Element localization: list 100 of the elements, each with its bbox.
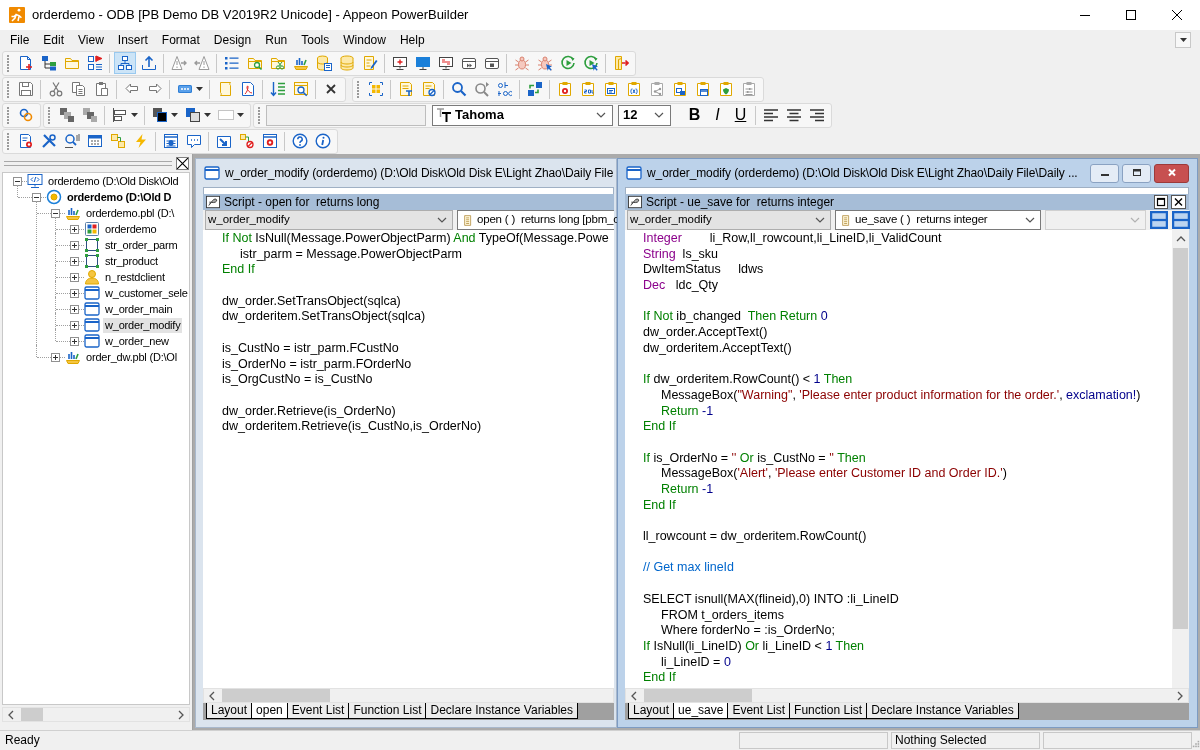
plus-box-icon[interactable] (70, 256, 79, 266)
scrollbar-thumb[interactable] (21, 708, 43, 721)
plus-box-icon[interactable] (70, 240, 79, 250)
drag-handle-icon[interactable] (356, 80, 360, 98)
tab[interactable]: Declare Instance Variables (425, 703, 578, 719)
bug-window-icon[interactable] (162, 133, 179, 149)
send-back-icon[interactable] (81, 107, 98, 123)
maximize-icon[interactable] (1154, 195, 1168, 209)
tree-item[interactable]: w_order_main (103, 301, 175, 317)
chevron-left-icon[interactable] (631, 690, 637, 701)
warning-arrow-icon[interactable] (193, 55, 210, 71)
plus-box-icon[interactable] (70, 272, 79, 282)
plus-box-icon[interactable] (51, 352, 60, 362)
link-icon[interactable] (17, 107, 34, 123)
menu-item[interactable]: Insert (110, 31, 155, 49)
sync-arrows-icon[interactable] (526, 81, 543, 97)
close-icon[interactable] (1172, 10, 1182, 20)
close-icon[interactable] (1171, 195, 1186, 209)
new-document-icon[interactable] (17, 55, 34, 71)
close-icon[interactable] (176, 156, 189, 170)
chat-bubble-icon[interactable] (185, 133, 202, 149)
caret-down-icon[interactable] (204, 113, 211, 117)
database-list-icon[interactable] (315, 55, 332, 71)
help-icon[interactable] (291, 133, 308, 149)
tree-item[interactable]: w_customer_sele (103, 285, 189, 301)
tab[interactable]: ue_save (673, 703, 729, 719)
scrollbar-thumb[interactable] (1173, 248, 1188, 629)
drag-handle-icon[interactable] (6, 54, 10, 72)
bullet-list-icon[interactable] (223, 55, 240, 71)
note-pencil-icon[interactable] (361, 55, 378, 71)
window-gear-icon[interactable] (261, 133, 278, 149)
tree-item[interactable]: orderdemo (D:\Old Disk\Old (46, 173, 181, 189)
copy-icon[interactable] (70, 81, 87, 97)
split-panes-icon[interactable] (1172, 211, 1190, 229)
document-gear-icon[interactable] (17, 133, 34, 149)
text-document-icon[interactable] (397, 81, 414, 97)
tree-item[interactable]: w_order_new (103, 333, 171, 349)
monitor-icon[interactable] (414, 55, 431, 71)
clipboard-share-icon[interactable] (648, 81, 665, 97)
object-dropdown[interactable]: w_order_modify (627, 210, 831, 230)
tree-item[interactable]: w_order_modify (103, 317, 183, 333)
exit-door-icon[interactable] (612, 55, 629, 71)
split-panes-icon[interactable] (1150, 211, 1168, 229)
drag-handle-icon[interactable] (6, 132, 10, 150)
plus-box-icon[interactable] (70, 320, 79, 330)
align-edges-icon[interactable] (111, 107, 128, 123)
color-swatch-icon[interactable] (217, 107, 234, 123)
code-editor[interactable] (203, 230, 614, 688)
tree-item[interactable]: order_dw.pbl (D:\Ol (84, 349, 179, 365)
calendar-icon[interactable] (86, 133, 103, 149)
clipboard-shield-icon[interactable] (717, 81, 734, 97)
blocked-boxes-icon[interactable] (238, 133, 255, 149)
scrollbar-thumb[interactable] (644, 689, 752, 702)
drag-handle-icon[interactable] (6, 80, 10, 98)
pdf-document-icon[interactable] (239, 81, 256, 97)
clipboard-code-icon[interactable] (579, 81, 596, 97)
window-stop-icon[interactable] (483, 55, 500, 71)
save-icon[interactable] (17, 81, 34, 97)
bar-chart-icon[interactable] (292, 55, 309, 71)
chevron-left-icon[interactable] (209, 690, 215, 701)
menu-item[interactable]: Run (258, 31, 295, 49)
folder-scissors-icon[interactable] (269, 55, 286, 71)
tools-icon[interactable] (40, 133, 57, 149)
drag-handle-icon[interactable] (47, 106, 51, 124)
clipboard-window-icon[interactable] (694, 81, 711, 97)
chevron-up-icon[interactable] (1175, 236, 1186, 242)
tab[interactable]: open (251, 703, 288, 719)
menu-item[interactable]: Edit (36, 31, 72, 49)
tree-structure-icon[interactable] (40, 55, 57, 71)
horizontal-scrollbar[interactable] (203, 688, 614, 703)
minus-box-icon[interactable] (13, 176, 22, 186)
chevron-right-icon[interactable] (178, 709, 184, 720)
tree-item[interactable]: n_restdclient (103, 269, 167, 285)
horizontal-scrollbar[interactable] (625, 688, 1189, 703)
clipboard-gear-icon[interactable] (556, 81, 573, 97)
menu-item[interactable]: Help (392, 31, 432, 49)
tree-item[interactable]: str_product (103, 253, 160, 269)
minus-box-icon[interactable] (51, 208, 60, 218)
align-left-icon[interactable] (762, 107, 779, 123)
clipboard-sliders-icon[interactable] (740, 81, 757, 97)
dropdown-button[interactable] (1175, 32, 1191, 48)
search-bars-icon[interactable] (63, 133, 80, 149)
folder-search-icon[interactable] (246, 55, 263, 71)
fill-color-icon[interactable] (184, 107, 201, 123)
menu-item[interactable]: Tools (294, 31, 337, 49)
tab[interactable]: Layout (206, 703, 253, 719)
menu-item[interactable]: Design (206, 31, 259, 49)
sort-list-icon[interactable] (269, 81, 286, 97)
object-dropdown[interactable]: w_order_modify (205, 210, 453, 230)
search-icon[interactable] (450, 81, 467, 97)
tree-item[interactable]: str_order_parm (103, 237, 180, 253)
warning-arrow-icon[interactable] (170, 55, 187, 71)
tree-item[interactable]: orderdemo (D:\Old D (65, 189, 174, 205)
event-dropdown[interactable]: ue_save ( ) returns integer (835, 210, 1041, 230)
info-icon[interactable] (314, 133, 331, 149)
scrollbar-thumb[interactable] (222, 689, 330, 702)
arrow-box-icon[interactable] (215, 133, 232, 149)
scissors-icon[interactable] (47, 81, 64, 97)
menu-item[interactable]: Window (336, 31, 393, 49)
text-color-icon[interactable] (151, 107, 168, 123)
